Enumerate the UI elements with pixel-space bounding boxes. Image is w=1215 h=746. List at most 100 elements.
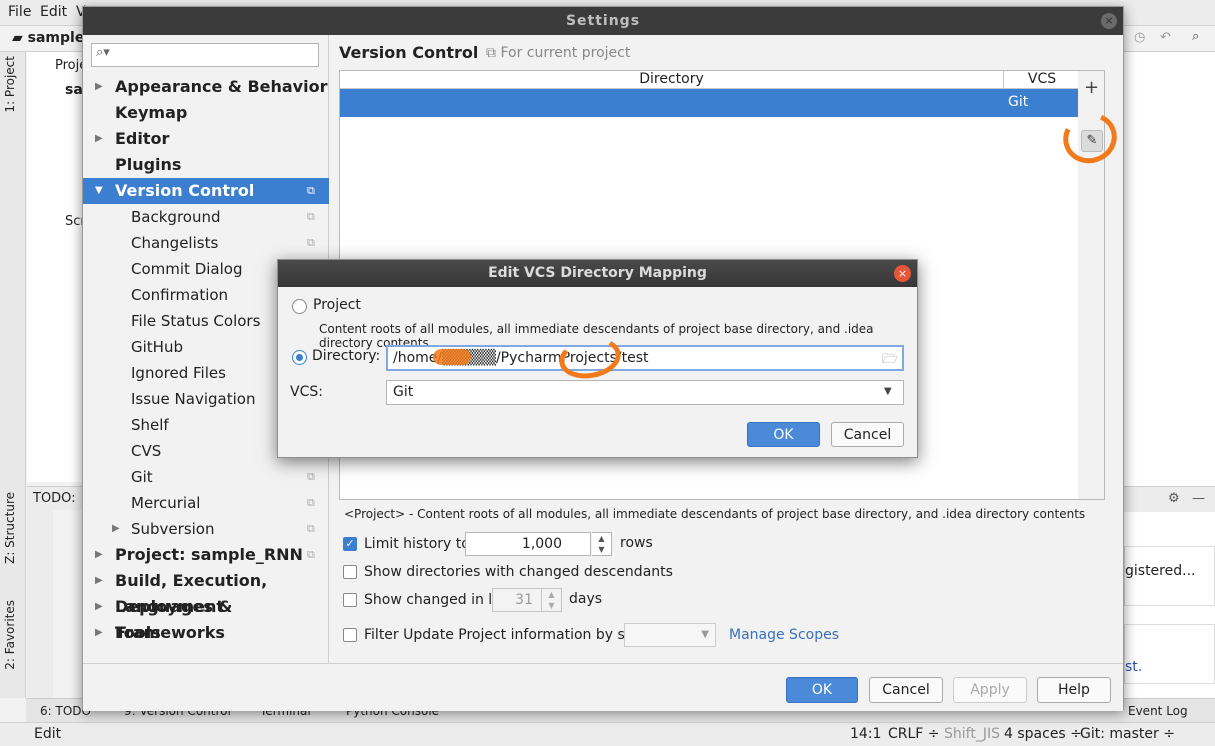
nav-item-version-control[interactable]: ▼ Version Control ⧉ [83,178,329,204]
chevron-down-icon: ▼ [701,629,709,640]
gear-icon[interactable]: ⚙ [1168,491,1180,506]
close-icon[interactable]: × [1101,13,1117,29]
settings-title-bar[interactable]: Settings [83,7,1123,35]
filter-update-label: Filter Update Project information by sco… [364,627,659,643]
limit-history-unit: rows [620,535,653,551]
filter-update-checkbox[interactable] [343,628,357,642]
nav-item-build-execution-deployment[interactable]: ▶ Build, Execution, Deployment [83,568,329,616]
todo-label: TODO: [33,491,76,506]
structure-tool-tab[interactable]: Z: Structure [3,492,17,564]
caret-position[interactable]: 14:1 [850,726,881,742]
ok-button[interactable]: OK [786,677,858,703]
chevron-right-icon[interactable]: ▶ [95,126,103,152]
nav-item-tools[interactable]: ▶ Tools [83,620,329,646]
settings-search-input[interactable]: ⌕▾ [91,43,319,67]
nav-item-editor[interactable]: ▶ Editor [83,126,329,152]
column-vcs[interactable]: VCS [1005,71,1079,87]
nav-item-background[interactable]: Background ⧉ [83,204,329,230]
modal-cancel-button[interactable]: Cancel [831,422,904,447]
days-stepper[interactable]: ▲ ▼ [542,588,562,612]
project-breadcrumb[interactable]: ▰ sample_ [12,30,91,46]
chevron-down-icon[interactable]: ▼ [95,178,103,204]
notification-2-link[interactable]: st. [1125,659,1142,675]
nav-item-label: Editor [115,129,170,148]
scope-dropdown[interactable]: ▼ [624,623,716,647]
nav-item-appearance-behavior[interactable]: ▶ Appearance & Behavior [83,74,329,100]
nav-item-changelists[interactable]: Changelists ⧉ [83,230,329,256]
search-everywhere-icon[interactable]: ⌕ [1192,29,1199,44]
directory-radio-label[interactable]: Directory: [312,348,380,364]
notification-1[interactable]: gistered... [1124,546,1215,606]
chevron-right-icon[interactable]: ▶ [95,542,103,568]
limit-history-input[interactable]: 1,000 [465,532,591,556]
nav-item-label: Version Control [115,181,255,200]
help-button[interactable]: Help [1037,677,1111,703]
nav-item-project-sample-rnn[interactable]: ▶ Project: sample_RNN ⧉ [83,542,329,568]
project-panel: Proje sa Scr [27,52,87,482]
project-radio-label[interactable]: Project [313,297,361,313]
add-mapping-button[interactable]: + [1084,77,1099,98]
chevron-right-icon[interactable]: ▶ [95,594,103,620]
nav-item-label: Commit Dialog [131,260,243,278]
history-icon[interactable]: ◷ [1134,30,1145,45]
nav-item-label: Tools [115,623,161,642]
nav-item-subversion[interactable]: ▶ Subversion ⧉ [83,516,329,542]
chevron-right-icon[interactable]: ▶ [95,74,103,100]
column-directory[interactable]: Directory [340,71,1004,89]
nav-item-plugins[interactable]: Plugins [83,152,329,178]
settings-footer: OK Cancel Apply Help [83,663,1123,711]
project-note: <Project> - Content roots of all modules… [344,507,1086,521]
nav-item-label: Git [131,468,153,486]
favorites-tool-tab[interactable]: 2: Favorites [3,600,17,670]
menu-file[interactable]: File [8,4,31,20]
indent-setting[interactable]: 4 spaces ÷ [1004,726,1082,742]
redaction-mark [433,349,471,365]
nav-item-languages-frameworks[interactable]: ▶ Languages & Frameworks [83,594,329,642]
show-changed-checkbox[interactable] [343,593,357,607]
cancel-button[interactable]: Cancel [869,677,943,703]
project-scope-icon: ⧉ [307,470,315,483]
nav-item-keymap[interactable]: Keymap [83,100,329,126]
notification-2[interactable]: st. [1124,624,1215,684]
chevron-right-icon[interactable]: ▶ [95,620,103,646]
scope-hint-text: For current project [500,45,631,61]
menu-edit[interactable]: Edit [40,4,67,20]
folder-icon[interactable]: 🗁 [882,350,898,372]
table-row[interactable]: Git [340,89,1079,117]
chevron-right-icon[interactable]: ▶ [95,568,103,594]
project-root[interactable]: sa [65,82,83,98]
nav-item-label: Background [131,208,221,226]
modal-title-bar[interactable]: Edit VCS Directory Mapping [278,260,917,287]
undo-icon[interactable]: ↶ [1160,30,1171,45]
file-encoding[interactable]: Shift_JIS [944,726,1000,742]
vcs-dropdown[interactable]: Git [386,380,904,405]
minimize-icon[interactable]: — [1192,491,1205,506]
nav-item-label: Project: sample_RNN [115,545,303,564]
nav-item-label: Mercurial [131,494,201,512]
modal-ok-button[interactable]: OK [747,422,820,447]
close-icon[interactable]: × [894,265,911,282]
todo-panel-header: TODO: [27,486,87,510]
settings-title: Settings [565,13,641,29]
status-bar: Edit 14:1 CRLF ÷ Shift_JIS 4 spaces ÷ Gi… [0,722,1215,746]
event-log-tab[interactable]: Event Log [1128,704,1188,718]
nav-item-label: File Status Colors [131,312,261,330]
apply-button[interactable]: Apply [953,677,1027,703]
nav-item-mercurial[interactable]: Mercurial ⧉ [83,490,329,516]
project-tool-tab[interactable]: 1: Project [3,56,17,113]
nav-item-git[interactable]: Git ⧉ [83,464,329,490]
manage-scopes-link[interactable]: Manage Scopes [729,627,839,643]
git-branch[interactable]: Git: master ÷ [1080,726,1175,742]
show-dirs-checkbox[interactable] [343,565,357,579]
table-header: Directory VCS [340,71,1079,89]
project-radio[interactable] [292,299,307,314]
line-separator[interactable]: CRLF ÷ [888,726,940,742]
days-input[interactable]: 31 [492,588,542,612]
directory-radio[interactable] [292,350,307,365]
nav-item-label: Issue Navigation [131,390,256,408]
chevron-right-icon[interactable]: ▶ [112,516,120,542]
page-title: Version Control [339,43,479,62]
nav-item-label: Subversion [131,520,215,538]
limit-history-checkbox[interactable]: ✓ [343,537,357,551]
limit-history-stepper[interactable]: ▲ ▼ [592,532,612,556]
